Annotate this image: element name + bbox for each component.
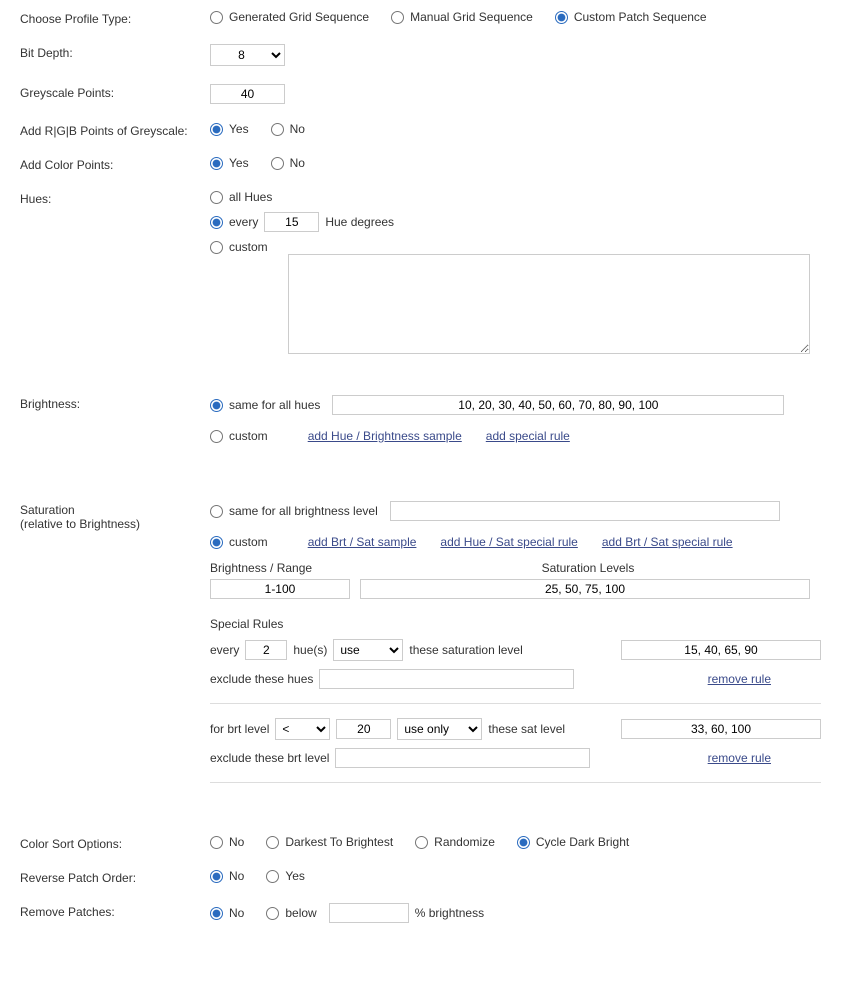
add-rgb-yes[interactable]: Yes: [210, 122, 249, 136]
rule-separator: [210, 703, 821, 704]
greyscale-input[interactable]: [210, 84, 285, 104]
saturation-sublabel: (relative to Brightness): [20, 517, 140, 531]
brightness-same-input[interactable]: [332, 395, 784, 415]
hues-custom[interactable]: custom: [210, 240, 268, 254]
reverse-label: Reverse Patch Order:: [20, 869, 210, 885]
profile-type-custom[interactable]: Custom Patch Sequence: [555, 10, 707, 24]
rule1-these-label: these saturation level: [409, 643, 522, 657]
saturation-label: Saturation: [20, 503, 75, 517]
special-rule-1: every hue(s) use these saturation level …: [210, 639, 821, 689]
reverse-yes[interactable]: Yes: [266, 869, 305, 883]
profile-type-manual[interactable]: Manual Grid Sequence: [391, 10, 533, 24]
reverse-no[interactable]: No: [210, 869, 244, 883]
remove-pct-input[interactable]: [329, 903, 409, 923]
rule1-hues-label: hue(s): [293, 643, 327, 657]
bitdepth-select[interactable]: 8: [210, 44, 285, 66]
brightness-custom[interactable]: custom: [210, 429, 268, 443]
hues-custom-textarea[interactable]: [288, 254, 810, 354]
brt-range-input[interactable]: [210, 579, 350, 599]
special-rules-title: Special Rules: [210, 617, 821, 631]
sat-levels-input[interactable]: [360, 579, 810, 599]
add-brt-sat-rule-link[interactable]: add Brt / Sat special rule: [602, 535, 733, 549]
profile-type-generated-radio[interactable]: [210, 11, 223, 24]
rule-separator-2: [210, 782, 821, 783]
remove-pct-label: % brightness: [415, 906, 484, 920]
profile-type-custom-radio[interactable]: [555, 11, 568, 24]
remove-no[interactable]: No: [210, 906, 244, 920]
add-rgb-no-radio[interactable]: [271, 123, 284, 136]
saturation-custom-radio[interactable]: [210, 536, 223, 549]
hues-degrees-label: Hue degrees: [325, 215, 394, 229]
add-hue-sat-rule-link[interactable]: add Hue / Sat special rule: [440, 535, 577, 549]
saturation-same-radio[interactable]: [210, 505, 223, 518]
hues-label: Hues:: [20, 190, 210, 206]
add-color-label: Add Color Points:: [20, 156, 210, 172]
sort-randomize-radio[interactable]: [415, 836, 428, 849]
remove-label: Remove Patches:: [20, 903, 210, 919]
rule1-exclude-label: exclude these hues: [210, 672, 313, 686]
hues-degrees-input[interactable]: [264, 212, 319, 232]
reverse-no-radio[interactable]: [210, 870, 223, 883]
brt-range-header: Brightness / Range: [210, 561, 355, 575]
brightness-label: Brightness:: [20, 395, 210, 411]
rule2-for-label: for brt level: [210, 722, 269, 736]
saturation-same[interactable]: same for all brightness level: [210, 504, 378, 518]
remove-no-radio[interactable]: [210, 907, 223, 920]
add-rgb-yes-radio[interactable]: [210, 123, 223, 136]
brightness-same[interactable]: same for all hues: [210, 398, 320, 412]
rule1-n-input[interactable]: [245, 640, 287, 660]
saturation-custom[interactable]: custom: [210, 535, 268, 549]
reverse-yes-radio[interactable]: [266, 870, 279, 883]
rule2-op-select[interactable]: <: [275, 718, 330, 740]
greyscale-label: Greyscale Points:: [20, 84, 210, 100]
sort-cycle-radio[interactable]: [517, 836, 530, 849]
rule2-levels-input[interactable]: [621, 719, 821, 739]
rule1-remove-link[interactable]: remove rule: [708, 672, 771, 686]
rule2-use-select[interactable]: use only: [397, 718, 482, 740]
profile-type-manual-radio[interactable]: [391, 11, 404, 24]
rule1-exclude-input[interactable]: [319, 669, 574, 689]
sort-cycle[interactable]: Cycle Dark Bright: [517, 835, 629, 849]
add-rgb-label: Add R|G|B Points of Greyscale:: [20, 122, 210, 138]
sort-no-radio[interactable]: [210, 836, 223, 849]
sat-levels-header: Saturation Levels: [355, 561, 821, 575]
add-special-rule-link[interactable]: add special rule: [486, 429, 570, 443]
rule1-every-label: every: [210, 643, 239, 657]
rule2-exclude-label: exclude these brt level: [210, 751, 329, 765]
brightness-same-radio[interactable]: [210, 399, 223, 412]
rule2-remove-link[interactable]: remove rule: [708, 751, 771, 765]
hues-custom-radio[interactable]: [210, 241, 223, 254]
add-hue-brightness-sample-link[interactable]: add Hue / Brightness sample: [308, 429, 462, 443]
sort-randomize[interactable]: Randomize: [415, 835, 495, 849]
hues-all-radio[interactable]: [210, 191, 223, 204]
remove-below-radio[interactable]: [266, 907, 279, 920]
sort-darkest[interactable]: Darkest To Brightest: [266, 835, 393, 849]
profile-type-generated[interactable]: Generated Grid Sequence: [210, 10, 369, 24]
remove-below[interactable]: below: [266, 906, 316, 920]
add-color-no-radio[interactable]: [271, 157, 284, 170]
add-color-no[interactable]: No: [271, 156, 305, 170]
special-rule-2: for brt level < use only these sat level…: [210, 718, 821, 768]
sort-no[interactable]: No: [210, 835, 244, 849]
rule2-these-label: these sat level: [488, 722, 565, 736]
hues-every[interactable]: every: [210, 215, 258, 229]
profile-type-label: Choose Profile Type:: [20, 10, 210, 26]
color-sort-label: Color Sort Options:: [20, 835, 210, 851]
add-brt-sat-sample-link[interactable]: add Brt / Sat sample: [308, 535, 417, 549]
hues-every-radio[interactable]: [210, 216, 223, 229]
rule1-levels-input[interactable]: [621, 640, 821, 660]
rule1-use-select[interactable]: use: [333, 639, 403, 661]
add-color-yes[interactable]: Yes: [210, 156, 249, 170]
rule2-exclude-input[interactable]: [335, 748, 590, 768]
saturation-same-input[interactable]: [390, 501, 780, 521]
sort-darkest-radio[interactable]: [266, 836, 279, 849]
hues-all[interactable]: all Hues: [210, 190, 272, 204]
add-rgb-no[interactable]: No: [271, 122, 305, 136]
add-color-yes-radio[interactable]: [210, 157, 223, 170]
brightness-custom-radio[interactable]: [210, 430, 223, 443]
rule2-n-input[interactable]: [336, 719, 391, 739]
bitdepth-label: Bit Depth:: [20, 44, 210, 60]
